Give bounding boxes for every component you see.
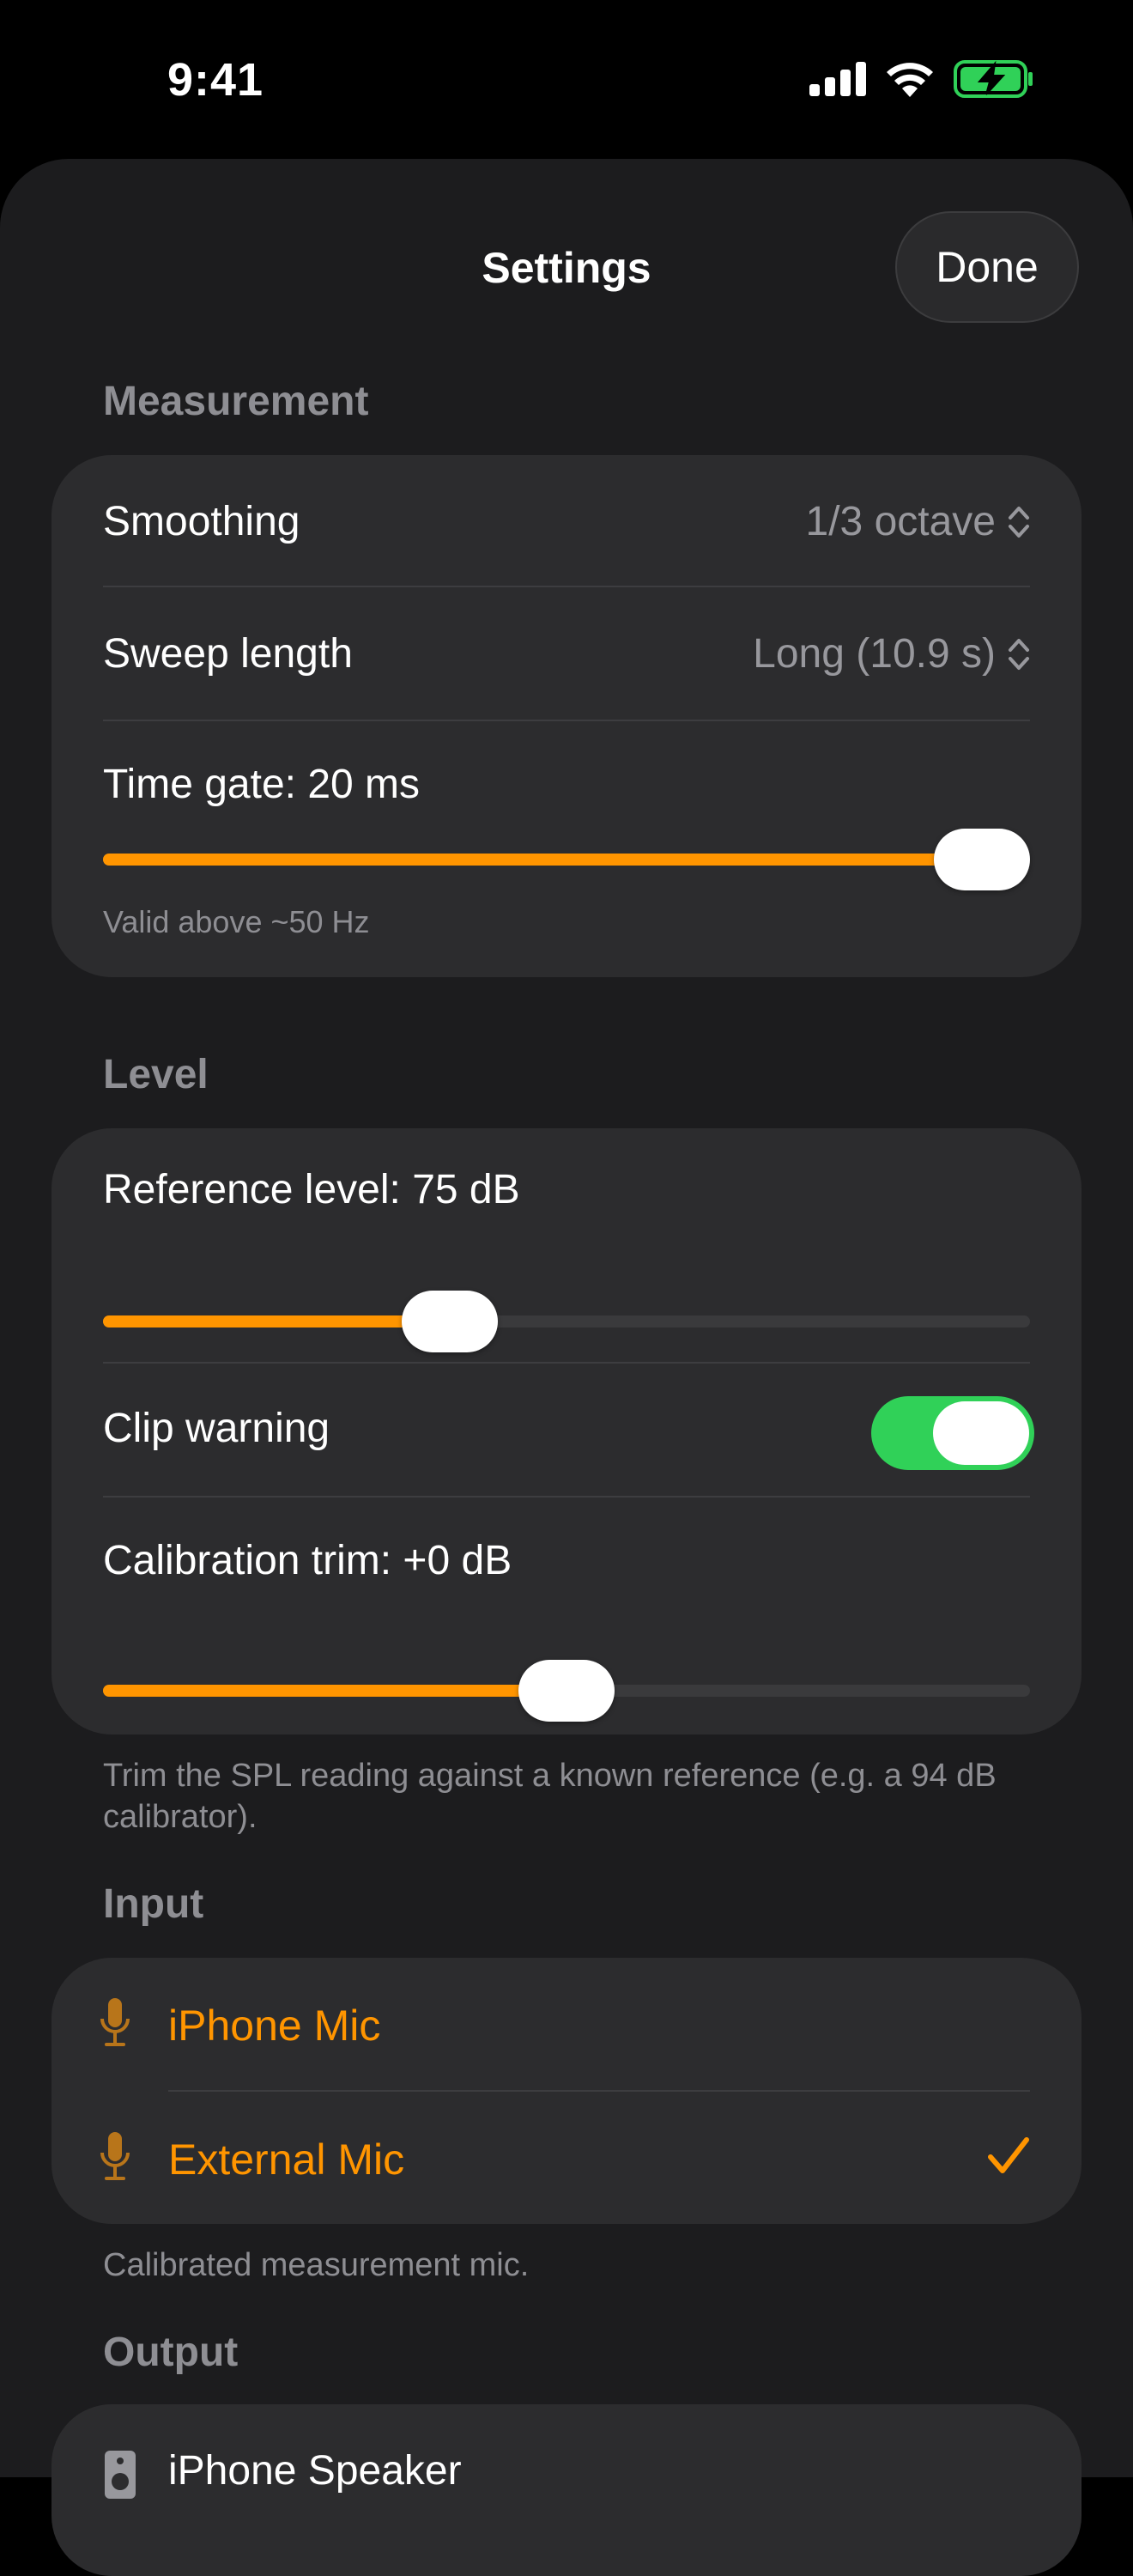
- slider-thumb[interactable]: [518, 1660, 615, 1722]
- slider-fill: [103, 1315, 451, 1327]
- calibration-trim-label: Calibration trim: +0 dB: [103, 1538, 512, 1583]
- slider-thumb[interactable]: [402, 1291, 499, 1352]
- input-option-label: iPhone Mic: [168, 2002, 381, 2050]
- time-gate-note: Valid above ~50 Hz: [103, 904, 370, 939]
- status-bar: 9:41: [0, 0, 1133, 155]
- sweep-length-value: Long (10.9 s): [753, 631, 996, 677]
- battery-charging-icon: [954, 60, 1033, 98]
- slider-fill: [103, 1685, 566, 1697]
- smoothing-row[interactable]: Smoothing 1/3 octave: [52, 455, 1082, 586]
- speaker-icon: [105, 2451, 136, 2499]
- smoothing-label: Smoothing: [103, 499, 300, 544]
- section-header-output: Output: [103, 2330, 239, 2375]
- done-button[interactable]: Done: [895, 211, 1079, 323]
- divider: [103, 1496, 1030, 1498]
- sweep-length-label: Sweep length: [103, 631, 353, 677]
- input-option-iphone-mic[interactable]: iPhone Mic: [52, 1958, 1082, 2090]
- microphone-icon: [100, 1998, 130, 2046]
- input-option-label: External Mic: [168, 2136, 405, 2184]
- reference-level-slider[interactable]: [103, 1286, 1030, 1355]
- cellular-signal-icon: [809, 62, 866, 96]
- clip-warning-toggle[interactable]: [871, 1396, 1034, 1470]
- section-header-level: Level: [103, 1052, 209, 1097]
- slider-thumb[interactable]: [934, 829, 1030, 890]
- toggle-knob: [933, 1401, 1029, 1465]
- output-option-iphone-speaker[interactable]: iPhone Speaker: [52, 2404, 1082, 2537]
- sweep-length-picker[interactable]: Long (10.9 s): [753, 630, 1030, 677]
- checkmark-icon: [988, 2137, 1029, 2173]
- measurement-card: Smoothing 1/3 octave Sweep length Long (…: [52, 455, 1082, 977]
- status-time: 9:41: [167, 54, 264, 106]
- microphone-icon: [100, 2132, 130, 2180]
- divider: [103, 1362, 1030, 1364]
- level-footer: Trim the SPL reading against a known ref…: [103, 1758, 997, 1835]
- input-footer: Calibrated measurement mic.: [103, 2247, 530, 2283]
- input-card: iPhone Mic External Mic: [52, 1958, 1082, 2224]
- smoothing-picker[interactable]: 1/3 octave: [806, 498, 1030, 545]
- output-option-label: iPhone Speaker: [168, 2448, 462, 2494]
- divider: [103, 720, 1030, 721]
- slider-fill: [103, 854, 982, 866]
- chevron-up-down-icon: [1009, 506, 1029, 538]
- section-header-input: Input: [103, 1881, 204, 1927]
- input-option-external-mic[interactable]: External Mic: [52, 2092, 1082, 2224]
- time-gate-slider[interactable]: [103, 824, 1030, 893]
- reference-level-label: Reference level: 75 dB: [103, 1167, 520, 1212]
- calibration-trim-slider[interactable]: [103, 1656, 1030, 1724]
- wifi-icon: [887, 63, 933, 97]
- smoothing-value: 1/3 octave: [805, 499, 996, 544]
- chevron-up-down-icon: [1009, 638, 1029, 670]
- section-header-measurement: Measurement: [103, 379, 369, 424]
- output-card: iPhone Speaker: [52, 2404, 1082, 2576]
- sweep-length-row[interactable]: Sweep length Long (10.9 s): [52, 587, 1082, 720]
- clip-warning-label: Clip warning: [103, 1406, 330, 1451]
- status-icons: [809, 60, 1034, 98]
- time-gate-label: Time gate: 20 ms: [103, 762, 421, 807]
- level-card: Reference level: 75 dB Clip warning Cali…: [52, 1128, 1082, 1735]
